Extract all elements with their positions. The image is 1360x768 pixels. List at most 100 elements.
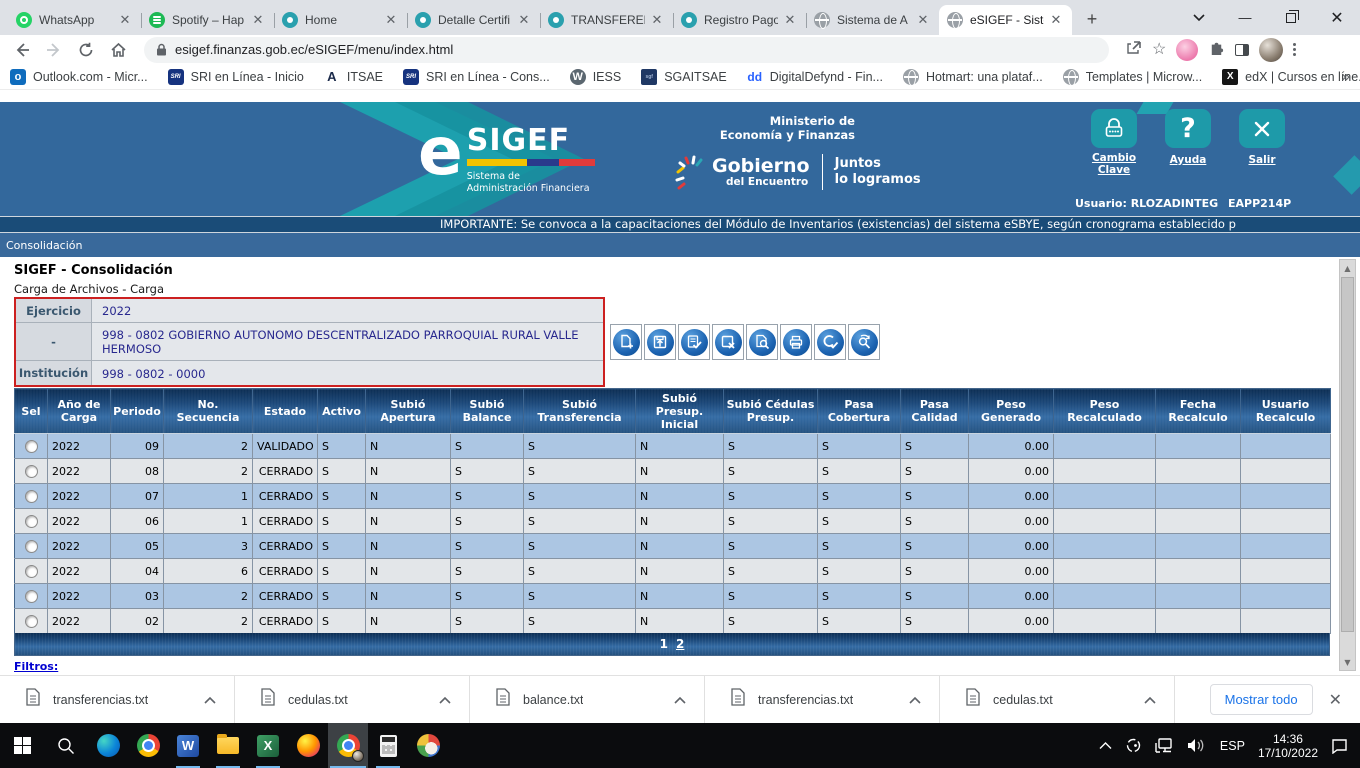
browser-tab[interactable]: Registro Pago✕ (673, 5, 806, 35)
clock[interactable]: 14:36 17/10/2022 (1258, 732, 1318, 760)
bookmark-item[interactable]: XedX | Cursos en líne... (1222, 69, 1360, 85)
download-item[interactable]: transferencias.txt (705, 676, 940, 723)
confirm-load-button[interactable] (814, 324, 846, 360)
row-select-radio[interactable] (25, 540, 38, 553)
dd-bookmark-icon: dd (747, 69, 763, 85)
row-select-radio[interactable] (25, 515, 38, 528)
download-item[interactable]: cedulas.txt (940, 676, 1175, 723)
address-bar[interactable]: esigef.finanzas.gob.ec/eSIGEF/menu/index… (144, 37, 1109, 63)
tab-close-icon[interactable]: ✕ (649, 12, 665, 28)
forward-button[interactable] (42, 38, 66, 62)
search-recalculate-button[interactable] (848, 324, 880, 360)
bookmark-item[interactable]: SRISRI en Línea - Inicio (168, 69, 304, 85)
browser-tab[interactable]: eSIGEF - Siste✕ (939, 5, 1072, 35)
new-tab-button[interactable]: + (1078, 5, 1106, 33)
content-scrollbar[interactable]: ▲ ▼ (1339, 259, 1356, 671)
onedrive-tray-icon[interactable] (1125, 737, 1142, 754)
browser-menu-icon[interactable] (1293, 43, 1296, 56)
reload-button[interactable] (74, 38, 98, 62)
browser-tab[interactable]: Spotify – Hap✕ (141, 5, 274, 35)
profile-avatar[interactable] (1259, 38, 1283, 62)
download-chevron-icon[interactable] (909, 691, 921, 709)
taskbar-file-explorer-icon[interactable] (208, 723, 248, 768)
extensions-puzzle-icon[interactable] (1208, 39, 1225, 61)
hidden-icons-chevron[interactable] (1099, 741, 1112, 750)
bookmark-star-icon[interactable]: ☆ (1152, 42, 1166, 58)
download-chevron-icon[interactable] (674, 691, 686, 709)
browser-tab[interactable]: Detalle Certifi✕ (407, 5, 540, 35)
tab-close-icon[interactable]: ✕ (782, 12, 798, 28)
tab-close-icon[interactable]: ✕ (915, 12, 931, 28)
browser-tab[interactable]: Home✕ (274, 5, 407, 35)
download-chevron-icon[interactable] (204, 691, 216, 709)
taskbar-excel-icon[interactable]: X (248, 723, 288, 768)
download-item[interactable]: transferencias.txt (0, 676, 235, 723)
filters-link[interactable]: Filtros: (14, 660, 58, 673)
volume-icon[interactable] (1187, 738, 1207, 753)
browser-tab[interactable]: Sistema de A✕ (806, 5, 939, 35)
bookmark-item[interactable]: AITSAE (324, 69, 383, 85)
scrollbar-up-arrow[interactable]: ▲ (1340, 260, 1355, 276)
close-downloads-bar-icon[interactable]: ✕ (1329, 690, 1342, 710)
ayuda-button[interactable]: ? Ayuda (1152, 109, 1224, 177)
scrollbar-down-arrow[interactable]: ▼ (1340, 654, 1355, 670)
bookmark-item[interactable]: ddDigitalDefynd - Fin... (747, 69, 883, 85)
tab-close-icon[interactable]: ✕ (516, 12, 532, 28)
back-button[interactable] (10, 38, 34, 62)
browser-tab[interactable]: TRANSFEREN✕ (540, 5, 673, 35)
bookmark-item[interactable]: Templates | Microw... (1063, 69, 1202, 85)
row-select-radio[interactable] (25, 615, 38, 628)
taskbar-chrome-icon[interactable] (128, 723, 168, 768)
bookmarks-overflow-chevron[interactable]: » (1342, 68, 1350, 85)
save-upload-button[interactable] (644, 324, 676, 360)
cambio-clave-button[interactable]: Cambio Clave (1078, 109, 1150, 177)
delete-file-button[interactable] (712, 324, 744, 360)
start-button[interactable] (0, 723, 44, 768)
salir-button[interactable]: Salir (1226, 109, 1298, 177)
side-panel-icon[interactable] (1235, 44, 1249, 56)
restore-button[interactable] (1268, 0, 1314, 35)
tab-search-chevron-icon[interactable] (1176, 0, 1222, 35)
action-center-icon[interactable] (1331, 738, 1348, 754)
tab-close-icon[interactable]: ✕ (250, 12, 266, 28)
print-button[interactable] (780, 324, 812, 360)
taskbar-word-icon[interactable]: W (168, 723, 208, 768)
close-window-button[interactable]: ✕ (1314, 0, 1360, 35)
download-chevron-icon[interactable] (1144, 691, 1156, 709)
row-select-radio[interactable] (25, 440, 38, 453)
home-button[interactable] (106, 38, 130, 62)
pink-extension-icon[interactable] (1176, 39, 1198, 61)
row-select-radio[interactable] (25, 465, 38, 478)
taskbar-paint-icon[interactable] (408, 723, 448, 768)
taskbar-search-button[interactable] (44, 723, 88, 768)
tab-close-icon[interactable]: ✕ (1048, 12, 1064, 28)
taskbar-edge-icon[interactable] (88, 723, 128, 768)
scrollbar-thumb[interactable] (1341, 277, 1354, 632)
tab-close-icon[interactable]: ✕ (383, 12, 399, 28)
network-icon[interactable] (1155, 738, 1174, 753)
show-all-downloads-button[interactable]: Mostrar todo (1210, 684, 1313, 715)
bookmark-item[interactable]: sgfSGAITSAE (641, 69, 727, 85)
row-select-radio[interactable] (25, 565, 38, 578)
bookmark-item[interactable]: oOutlook.com - Micr... (10, 69, 148, 85)
row-select-radio[interactable] (25, 490, 38, 503)
download-chevron-icon[interactable] (439, 691, 451, 709)
validate-file-button[interactable] (678, 324, 710, 360)
browser-tab[interactable]: WhatsApp✕ (8, 5, 141, 35)
minimize-button[interactable]: — (1222, 0, 1268, 35)
bookmark-item[interactable]: SRISRI en Línea - Cons... (403, 69, 550, 85)
tab-close-icon[interactable]: ✕ (117, 12, 133, 28)
row-select-radio[interactable] (25, 590, 38, 603)
taskbar-firefox-icon[interactable] (288, 723, 328, 768)
new-file-button[interactable] (610, 324, 642, 360)
download-item[interactable]: balance.txt (470, 676, 705, 723)
bookmark-item[interactable]: Hotmart: una plataf... (903, 69, 1043, 85)
bookmark-item[interactable]: WIESS (570, 69, 622, 85)
taskbar-calculator-icon[interactable] (368, 723, 408, 768)
taskbar-chrome-active-icon[interactable] (328, 723, 368, 768)
share-icon[interactable] (1125, 39, 1142, 60)
pagination-page-link[interactable]: 2 (676, 637, 684, 651)
language-indicator[interactable]: ESP (1220, 739, 1245, 753)
download-item[interactable]: cedulas.txt (235, 676, 470, 723)
preview-file-button[interactable] (746, 324, 778, 360)
